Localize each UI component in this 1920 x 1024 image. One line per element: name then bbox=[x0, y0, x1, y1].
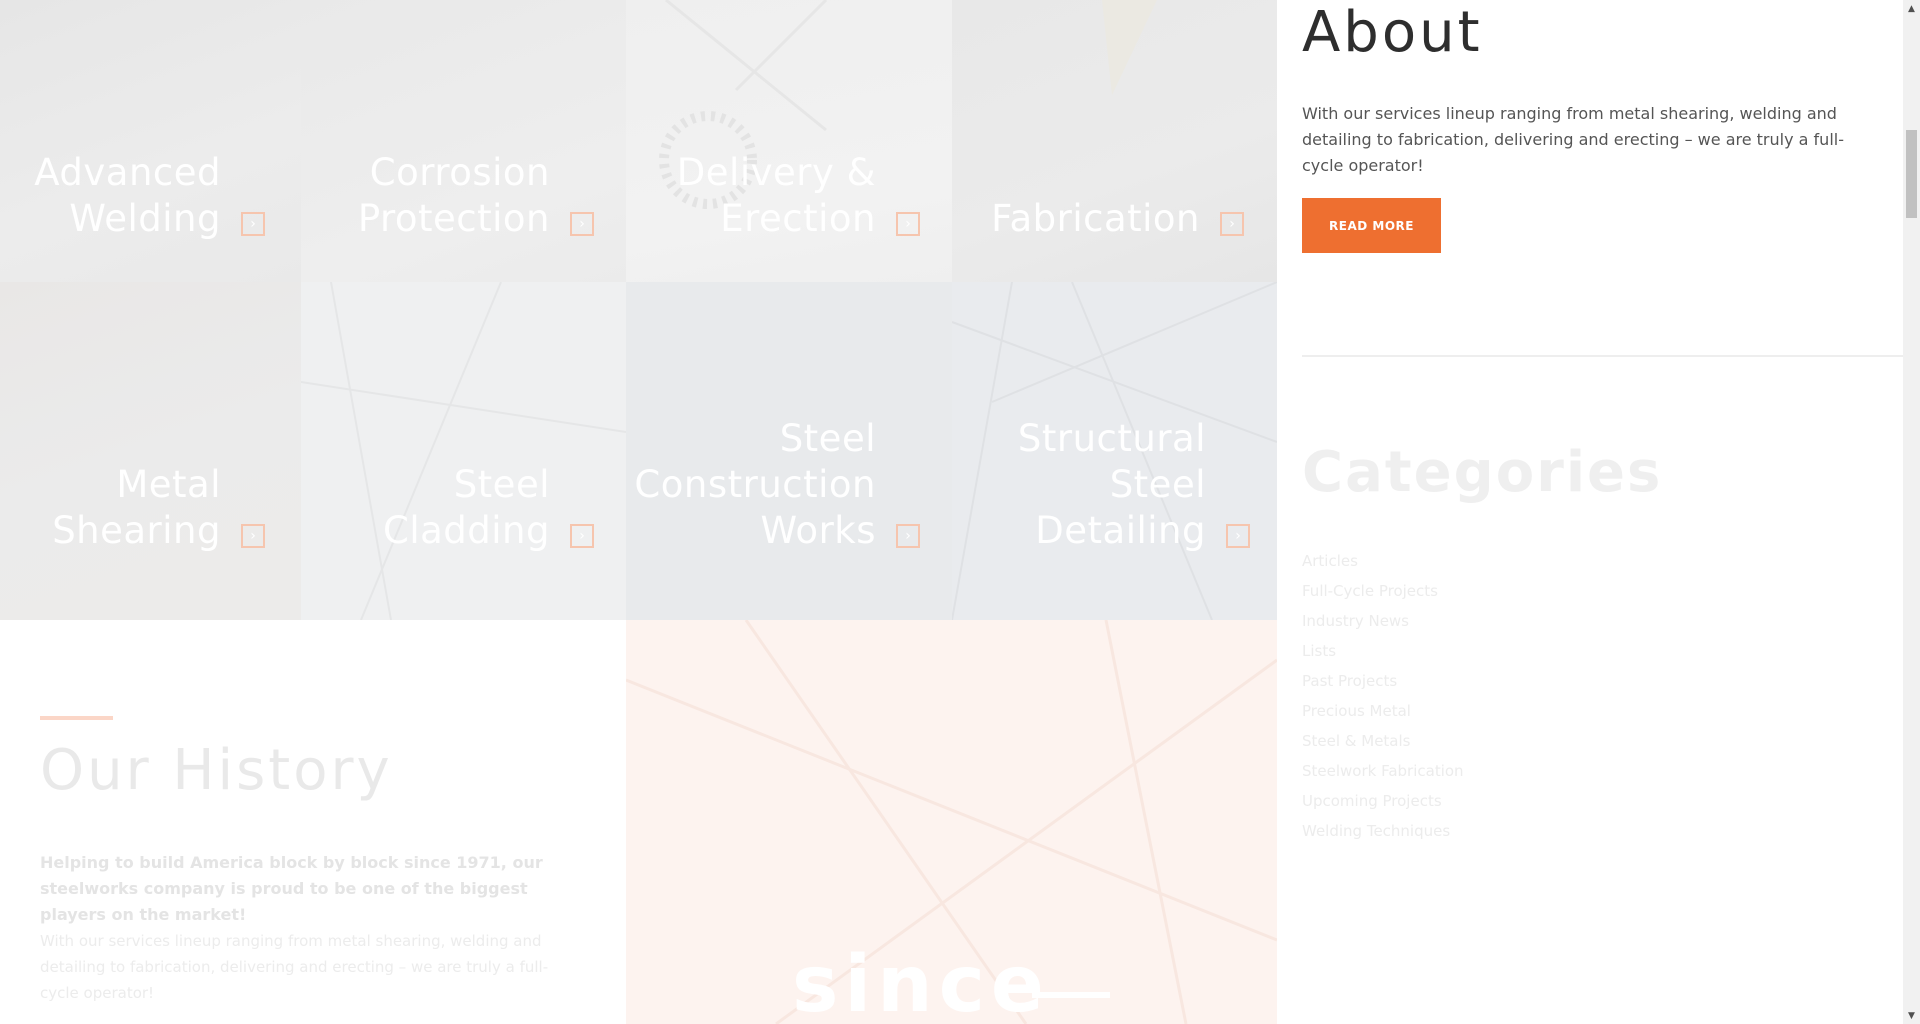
category-link[interactable]: Steel & Metals bbox=[1302, 726, 1464, 756]
category-link[interactable]: Upcoming Projects bbox=[1302, 786, 1464, 816]
category-link[interactable]: Steelwork Fabrication bbox=[1302, 756, 1464, 786]
tile-background-pattern bbox=[301, 282, 626, 620]
history-section: Our History Helping to build America blo… bbox=[0, 620, 626, 1024]
services-grid: Advanced Welding › Corrosion Protection … bbox=[0, 0, 1277, 620]
read-more-button[interactable]: READ MORE bbox=[1302, 198, 1441, 253]
service-tile-label: Steel Cladding bbox=[383, 463, 550, 552]
service-tile-delivery-erection[interactable]: Delivery & Erection › bbox=[626, 0, 952, 282]
since-dash bbox=[1032, 992, 1110, 998]
page-scrollbar[interactable]: ▲ ▼ bbox=[1903, 0, 1920, 1024]
category-link[interactable]: Past Projects bbox=[1302, 666, 1464, 696]
service-tile-structural-steel-detailing[interactable]: Structural Steel Detailing › bbox=[952, 282, 1277, 620]
service-tile-label: Fabrication bbox=[991, 197, 1200, 240]
service-tile-metal-shearing[interactable]: Metal Shearing › bbox=[0, 282, 301, 620]
chevron-right-icon[interactable]: › bbox=[570, 524, 594, 548]
since-panel: since bbox=[626, 620, 1277, 1024]
scroll-down-arrow-icon[interactable]: ▼ bbox=[1903, 1007, 1920, 1024]
scroll-up-arrow-icon[interactable]: ▲ bbox=[1903, 0, 1920, 17]
category-link[interactable]: Full-Cycle Projects bbox=[1302, 576, 1464, 606]
section-accent-rule bbox=[40, 716, 113, 720]
chevron-right-icon[interactable]: › bbox=[570, 212, 594, 236]
about-text: With our services lineup ranging from me… bbox=[1302, 104, 1844, 175]
history-title: Our History bbox=[40, 738, 393, 803]
category-link[interactable]: Welding Techniques bbox=[1302, 816, 1464, 846]
since-label: since bbox=[792, 940, 1050, 1024]
chevron-right-icon[interactable]: › bbox=[241, 212, 265, 236]
service-tile-label: Structural Steel Detailing bbox=[1017, 417, 1206, 552]
categories-list: Articles Full-Cycle Projects Industry Ne… bbox=[1302, 546, 1464, 846]
category-link[interactable]: Precious Metal bbox=[1302, 696, 1464, 726]
service-tile-label: Steel Construction Works bbox=[634, 417, 876, 552]
chevron-right-icon[interactable]: › bbox=[241, 524, 265, 548]
service-tile-label: Advanced Welding bbox=[34, 151, 221, 240]
chevron-right-icon[interactable]: › bbox=[896, 212, 920, 236]
chevron-right-icon[interactable]: › bbox=[1226, 524, 1250, 548]
sidebar-divider bbox=[1302, 355, 1903, 357]
history-lead: Helping to build America block by block … bbox=[40, 853, 543, 924]
service-tile-corrosion-protection[interactable]: Corrosion Protection › bbox=[301, 0, 626, 282]
service-tile-steel-construction-works[interactable]: Steel Construction Works › bbox=[626, 282, 952, 620]
chevron-right-icon[interactable]: › bbox=[896, 524, 920, 548]
history-body: With our services lineup ranging from me… bbox=[40, 932, 549, 1002]
sidebar: About With our services lineup ranging f… bbox=[1277, 0, 1903, 1024]
service-tile-steel-cladding[interactable]: Steel Cladding › bbox=[301, 282, 626, 620]
service-tile-label: Delivery & Erection bbox=[676, 151, 876, 240]
category-link[interactable]: Lists bbox=[1302, 636, 1464, 666]
about-title: About bbox=[1302, 0, 1483, 65]
category-link[interactable]: Articles bbox=[1302, 546, 1464, 576]
chevron-right-icon[interactable]: › bbox=[1220, 212, 1244, 236]
service-tile-advanced-welding[interactable]: Advanced Welding › bbox=[0, 0, 301, 282]
service-tile-label: Metal Shearing bbox=[52, 463, 221, 552]
category-link[interactable]: Industry News bbox=[1302, 606, 1464, 636]
scrollbar-thumb[interactable] bbox=[1906, 130, 1917, 218]
categories-title: Categories bbox=[1302, 440, 1663, 505]
service-tile-fabrication[interactable]: Fabrication › bbox=[952, 0, 1277, 282]
service-tile-label: Corrosion Protection bbox=[357, 151, 550, 240]
